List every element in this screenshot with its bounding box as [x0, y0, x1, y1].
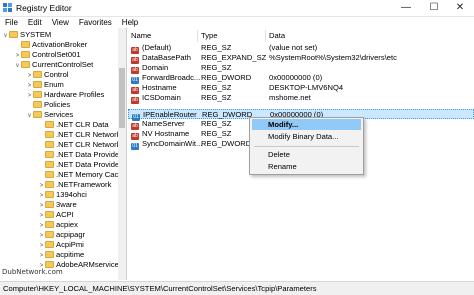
tree-item[interactable]: > acpitime — [38, 250, 85, 260]
minimize-button[interactable]: — — [392, 0, 420, 16]
collapse-icon[interactable]: v — [2, 31, 9, 41]
status-bar-path: Computer\HKEY_LOCAL_MACHINE\SYSTEM\Curre… — [0, 281, 474, 295]
column-header-type[interactable]: Type — [198, 30, 266, 42]
value-row[interactable]: ab Domain REG_SZ — [128, 63, 474, 74]
folder-icon — [33, 81, 42, 88]
folder-icon — [33, 91, 42, 98]
title-bar: Registry Editor — ☐ ✕ — [0, 0, 474, 17]
tree-item[interactable]: > Enum — [26, 80, 64, 90]
tree-item[interactable]: .NET Data Provider for — [38, 150, 126, 160]
menu-bar: File Edit View Favorites Help — [0, 17, 474, 28]
folder-icon — [45, 261, 54, 268]
tree-item[interactable]: > ControlSet001 — [14, 50, 81, 60]
tree-item[interactable]: v CurrentControlSet — [14, 60, 93, 70]
context-menu: Modify... Modify Binary Data... Delete R… — [249, 117, 364, 175]
menu-help[interactable]: Help — [117, 17, 143, 28]
folder-icon — [45, 201, 54, 208]
maximize-button[interactable]: ☐ — [420, 0, 448, 16]
context-menu-modify-binary[interactable]: Modify Binary Data... — [252, 131, 361, 142]
scrollbar-thumb[interactable] — [119, 68, 125, 128]
tree-item[interactable]: > ACPI — [38, 210, 74, 220]
tree-item[interactable]: ActivationBroker — [14, 40, 87, 50]
column-header-name[interactable]: Name — [128, 30, 198, 42]
tree-item[interactable]: Policies — [26, 100, 70, 110]
column-header-data[interactable]: Data — [266, 30, 474, 42]
tree-item[interactable]: > acpipagr — [38, 230, 85, 240]
folder-icon — [45, 171, 54, 178]
value-row[interactable]: 01 ForwardBroadc... REG_DWORD 0x00000000 (0… — [128, 73, 474, 84]
tree-item[interactable]: >1394ohci — [38, 190, 87, 200]
folder-icon — [45, 131, 54, 138]
context-menu-modify[interactable]: Modify... — [252, 119, 361, 130]
value-row[interactable]: ab (Default) REG_SZ (value not set) — [128, 43, 474, 54]
menu-file[interactable]: File — [0, 17, 23, 28]
folder-icon — [21, 41, 30, 48]
tree-item[interactable]: .NET Data Provider for — [38, 160, 126, 170]
collapse-icon[interactable]: v — [26, 111, 33, 121]
folder-icon — [45, 161, 54, 168]
tree-item[interactable]: > .NETFramework — [38, 180, 112, 190]
value-row[interactable]: ab ICSDomain REG_SZ mshome.net — [128, 93, 474, 104]
tree-item[interactable]: .NET CLR Data — [38, 120, 109, 130]
value-row[interactable]: ab Hostname REG_SZ DESKTOP-LMV6NQ4 — [128, 83, 474, 94]
tree-item[interactable]: >3ware — [38, 200, 77, 210]
folder-icon — [45, 211, 54, 218]
string-value-icon: ab — [131, 97, 139, 104]
context-menu-rename[interactable]: Rename — [252, 161, 361, 172]
menu-separator — [254, 146, 359, 147]
folder-icon — [33, 111, 42, 118]
registry-editor-icon — [3, 3, 12, 12]
tree-item[interactable]: > Control — [26, 70, 69, 80]
folder-icon — [45, 121, 54, 128]
close-button[interactable]: ✕ — [446, 0, 474, 16]
registry-tree[interactable]: v SYSTEM ActivationBroker > ControlSet001 … — [0, 28, 127, 280]
folder-icon — [33, 101, 42, 108]
menu-edit[interactable]: Edit — [23, 17, 47, 28]
collapse-icon[interactable]: v — [14, 61, 21, 71]
menu-view[interactable]: View — [47, 17, 74, 28]
tree-scrollbar[interactable] — [118, 28, 126, 280]
folder-icon — [45, 221, 54, 228]
folder-icon — [33, 71, 42, 78]
tree-item[interactable]: > Hardware Profiles — [26, 90, 105, 100]
tree-item[interactable]: > acpiex — [38, 220, 78, 230]
folder-icon — [21, 51, 30, 58]
menu-favorites[interactable]: Favorites — [74, 17, 117, 28]
tree-item[interactable]: .NET CLR Networking — [38, 140, 126, 150]
window-title: Registry Editor — [16, 3, 72, 13]
context-menu-delete[interactable]: Delete — [252, 149, 361, 160]
tree-item[interactable]: > AcpiPmi — [38, 240, 84, 250]
folder-icon — [21, 61, 30, 68]
watermark: DubNetwork.com — [2, 268, 63, 276]
folder-icon — [45, 241, 54, 248]
tree-item[interactable]: .NET CLR Networking — [38, 130, 126, 140]
tree-item[interactable]: v Services — [26, 110, 73, 120]
folder-icon — [45, 181, 54, 188]
folder-icon — [9, 31, 18, 38]
value-row[interactable]: ab DataBasePath REG_EXPAND_SZ %SystemRoot%\… — [128, 53, 474, 64]
folder-icon — [45, 141, 54, 148]
tree-item[interactable]: v SYSTEM — [2, 30, 51, 40]
folder-icon — [45, 191, 54, 198]
folder-icon — [45, 251, 54, 258]
folder-icon — [45, 151, 54, 158]
folder-icon — [45, 231, 54, 238]
tree-item[interactable]: .NET Memory Cache 4 — [38, 170, 126, 180]
binary-value-icon: 01 — [131, 143, 139, 150]
